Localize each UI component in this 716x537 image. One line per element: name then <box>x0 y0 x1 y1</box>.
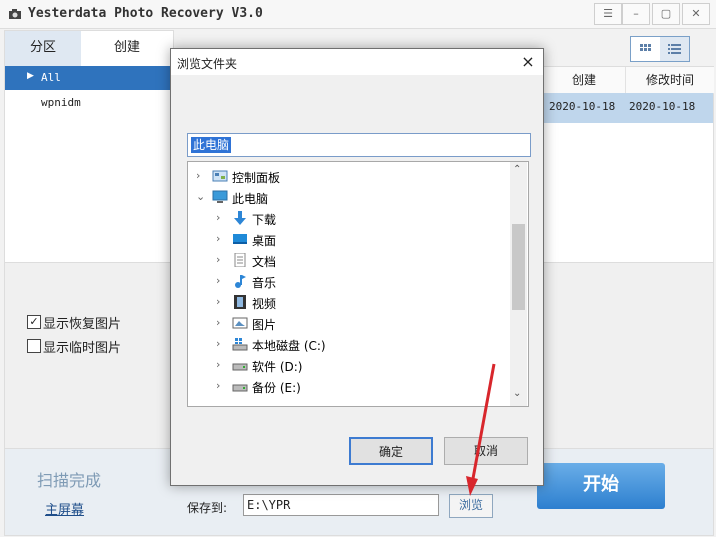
chevron-right-icon[interactable]: › <box>216 379 220 392</box>
app-titlebar: Yesterdata Photo Recovery V3.0 ☰ – ▢ ✕ <box>0 0 716 29</box>
tree-item-label: 视频 <box>252 297 277 311</box>
browse-folder-dialog: 浏览文件夹 × 此电脑 › 控制面板 ⌄ 此电脑 › 下载 › 桌面 › 文档 › 音乐 › 视频 › 图片 ›… <box>170 48 544 486</box>
folder-name-value: 此电脑 <box>191 137 232 153</box>
document-icon <box>234 253 246 267</box>
desktop-icon <box>233 234 247 244</box>
tree-item-label: 本地磁盘 (C:) <box>252 339 326 353</box>
tree-item[interactable]: › 软件 (D:) <box>188 355 508 376</box>
browse-button[interactable]: 浏览 <box>449 494 493 518</box>
start-button[interactable]: 开始 <box>537 463 665 509</box>
minimize-icon[interactable]: – <box>622 3 650 25</box>
chevron-right-icon[interactable]: › <box>216 316 220 329</box>
tree-item[interactable]: ⌄ 此电脑 <box>188 187 508 208</box>
partition-list: ▶ All wpnidm <box>4 66 174 263</box>
tree-scrollbar[interactable]: ⌃ ⌄ <box>510 162 527 406</box>
show-recovered-label: 显示恢复图片 <box>43 317 122 332</box>
column-header-created[interactable]: 创建 <box>543 67 625 94</box>
tree-item-label: 备份 (E:) <box>252 381 301 395</box>
drive-icon <box>232 363 248 371</box>
save-path-field[interactable]: E:\YPR <box>243 494 439 516</box>
close-icon[interactable]: ✕ <box>682 3 710 25</box>
download-icon <box>234 211 246 225</box>
chevron-right-icon[interactable]: › <box>216 337 220 350</box>
tree-item[interactable]: › 图片 <box>188 313 508 334</box>
chevron-right-icon[interactable]: › <box>216 211 220 224</box>
file-table: 创建 修改时间 2020-10-18 2020-10-18 <box>542 66 714 264</box>
chevron-down-icon[interactable]: ⌄ <box>196 190 205 203</box>
left-tabs: 分区 创建 <box>4 30 174 68</box>
show-temp-label: 显示临时图片 <box>43 341 122 356</box>
menu-icon[interactable]: ☰ <box>594 3 622 25</box>
column-header-modified[interactable]: 修改时间 <box>625 67 714 94</box>
control-panel-icon <box>212 170 228 182</box>
tree-item[interactable]: › 控制面板 <box>188 166 508 187</box>
chevron-right-icon[interactable]: › <box>216 358 220 371</box>
show-recovered-checkbox[interactable]: ✓ <box>27 315 41 329</box>
tab-partition[interactable]: 分区 <box>5 31 81 67</box>
maximize-icon[interactable]: ▢ <box>652 3 680 25</box>
ok-button[interactable]: 确定 <box>349 437 433 465</box>
chevron-right-icon[interactable]: › <box>216 232 220 245</box>
view-toggle <box>630 36 690 62</box>
windows-drive-icon <box>232 338 248 351</box>
chevron-right-icon[interactable]: › <box>216 274 220 287</box>
chevron-right-icon[interactable]: › <box>196 169 200 182</box>
scroll-down-icon[interactable]: ⌄ <box>513 388 521 399</box>
app-logo-icon <box>9 9 21 19</box>
folder-tree: › 控制面板 ⌄ 此电脑 › 下载 › 桌面 › 文档 › 音乐 › 视频 › 图片 › 本地磁盘 (C:) › 软件… <box>187 161 529 407</box>
tree-item[interactable]: › 音乐 <box>188 271 508 292</box>
cell-created: 2020-10-18 <box>549 100 616 113</box>
tree-item-label: 桌面 <box>252 234 277 248</box>
video-icon <box>234 295 246 309</box>
chevron-right-icon[interactable]: › <box>216 295 220 308</box>
save-to-label: 保存到: <box>187 501 228 515</box>
tree-item-label: 图片 <box>252 318 277 332</box>
list-item-wpnidm[interactable]: wpnidm <box>41 96 81 109</box>
scan-status: 扫描完成 <box>37 471 102 490</box>
tree-item-label: 文档 <box>252 255 277 269</box>
tree-item[interactable]: › 文档 <box>188 250 508 271</box>
picture-icon <box>232 317 248 329</box>
home-link[interactable]: 主屏幕 <box>45 499 84 518</box>
tab-created[interactable]: 创建 <box>81 31 173 67</box>
expand-arrow-icon[interactable]: ▶ <box>27 71 34 81</box>
tree-item[interactable]: › 本地磁盘 (C:) <box>188 334 508 355</box>
grid-view-icon[interactable] <box>631 37 660 61</box>
tree-item[interactable]: › 备份 (E:) <box>188 376 508 397</box>
tree-item-label: 音乐 <box>252 276 277 290</box>
chevron-right-icon[interactable]: › <box>216 253 220 266</box>
app-title: Yesterdata Photo Recovery V3.0 <box>28 6 263 21</box>
scroll-up-icon[interactable]: ⌃ <box>513 164 521 175</box>
tree-item-label: 软件 (D:) <box>252 360 303 374</box>
list-item-all[interactable]: ▶ All <box>5 66 173 90</box>
show-temp-checkbox[interactable] <box>27 339 41 353</box>
tree-item[interactable]: › 视频 <box>188 292 508 313</box>
dialog-close-icon[interactable]: × <box>517 51 539 73</box>
computer-icon <box>212 190 228 203</box>
list-item-label: All <box>41 71 61 84</box>
dialog-titlebar: 浏览文件夹 × <box>171 49 543 75</box>
cell-modified: 2020-10-18 <box>629 100 696 113</box>
drive-icon <box>232 384 248 392</box>
scroll-thumb[interactable] <box>512 224 525 310</box>
tree-item-label: 控制面板 <box>232 171 281 185</box>
list-view-icon[interactable] <box>660 37 689 61</box>
tree-item[interactable]: › 下载 <box>188 208 508 229</box>
tree-item-label: 下载 <box>252 213 277 227</box>
cancel-button[interactable]: 取消 <box>444 437 528 465</box>
table-row[interactable]: 2020-10-18 2020-10-18 <box>543 93 713 123</box>
folder-name-field[interactable]: 此电脑 <box>187 133 531 157</box>
dialog-title: 浏览文件夹 <box>177 57 238 71</box>
tree-item[interactable]: › 桌面 <box>188 229 508 250</box>
tree-item-label: 此电脑 <box>232 192 269 206</box>
music-icon <box>235 275 246 288</box>
